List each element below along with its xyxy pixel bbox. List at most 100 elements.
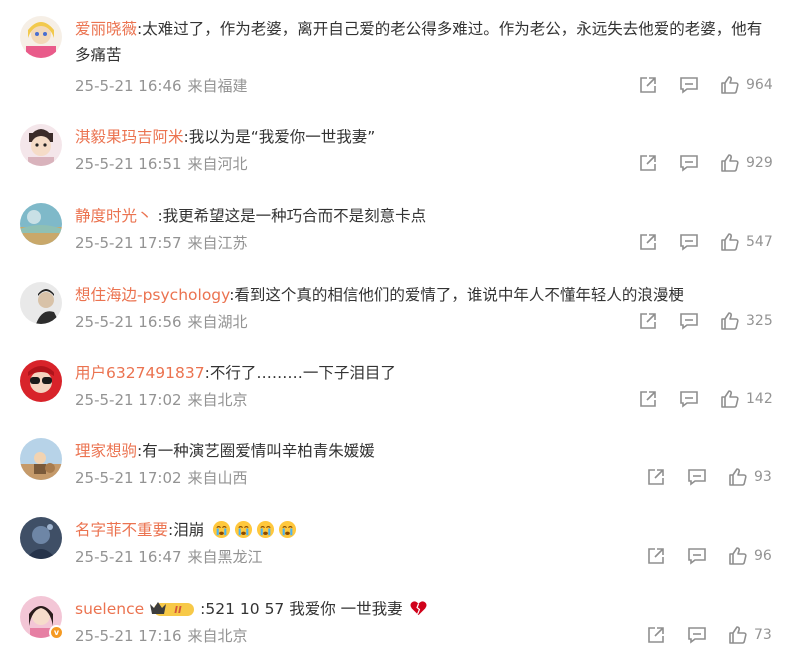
comment-text: 名字菲不重要:泪崩 [75, 517, 775, 543]
comment-text: 理家想驹:有一种演艺圈爱情叫辛柏青朱媛媛 [75, 438, 775, 464]
comment-text: suelence II:521 10 57 我爱你 一世我妻 [75, 596, 775, 622]
share-icon [640, 155, 656, 171]
comment-meta: 25-5-21 16:46 来自福建 [75, 75, 248, 96]
comment-icon [680, 391, 698, 408]
share-button[interactable] [646, 467, 666, 487]
comment-actions: 964 [638, 74, 773, 96]
comment-location: 来自北京 [187, 627, 248, 645]
like-button[interactable]: 929 [720, 153, 773, 173]
comment-button[interactable] [679, 389, 699, 409]
like-button[interactable]: 142 [720, 389, 773, 409]
comment-meta: 25-5-21 17:57 来自江苏 [75, 232, 248, 253]
comment-location: 来自河北 [187, 155, 248, 173]
comment-button[interactable] [679, 232, 699, 252]
like-icon [729, 468, 747, 486]
username[interactable]: 淇毅果玛吉阿米 [75, 128, 184, 146]
username[interactable]: 想住海边-psychology [75, 286, 229, 304]
comment-button[interactable] [679, 75, 699, 95]
like-button[interactable]: 964 [720, 75, 773, 95]
avatar[interactable] [20, 517, 62, 559]
share-button[interactable] [638, 232, 658, 252]
like-count: 142 [746, 391, 773, 407]
like-icon [721, 233, 739, 251]
comment-location: 来自福建 [187, 77, 248, 95]
comment-content: 521 10 57 我爱你 一世我妻 [205, 600, 403, 618]
comment-location: 来自黑龙江 [187, 548, 263, 566]
share-icon [640, 234, 656, 250]
share-button[interactable] [638, 389, 658, 409]
comment-button[interactable] [687, 467, 707, 487]
like-button[interactable]: 547 [720, 232, 773, 252]
comment-button[interactable] [679, 311, 699, 331]
like-button[interactable]: 325 [720, 311, 773, 331]
like-button[interactable]: 96 [728, 546, 772, 566]
like-count: 96 [754, 548, 772, 564]
comment-date: 25-5-21 17:57 [75, 234, 182, 252]
share-icon [640, 77, 656, 93]
comment-location: 来自湖北 [187, 313, 248, 331]
comment-content: 看到这个真的相信他们的爱情了，谁说中年人不懂年轻人的浪漫梗 [234, 286, 684, 304]
avatar[interactable] [20, 282, 62, 324]
username[interactable]: 静度时光丶 [75, 207, 153, 225]
comment-meta: 25-5-21 16:56 来自湖北 [75, 311, 248, 332]
share-icon [648, 627, 664, 643]
avatar[interactable] [20, 124, 62, 166]
comment-date: 25-5-21 16:46 [75, 77, 182, 95]
comment-text: 用户6327491837:不行了………一下子泪目了 [75, 360, 775, 386]
like-button[interactable]: 93 [728, 467, 772, 487]
like-icon [721, 76, 739, 94]
comment-date: 25-5-21 16:56 [75, 313, 182, 331]
comment-meta: 25-5-21 17:16 来自北京 [75, 625, 248, 646]
comment-meta: 25-5-21 16:51 来自河北 [75, 153, 248, 174]
share-button[interactable] [638, 311, 658, 331]
username[interactable]: 爱丽晓薇 [75, 20, 137, 38]
avatar[interactable] [20, 360, 62, 402]
like-icon [729, 626, 747, 644]
vip-crown-badge[interactable]: II [148, 600, 196, 618]
comment-date: 25-5-21 16:47 [75, 548, 182, 566]
comment-icon [680, 77, 698, 94]
like-count: 325 [746, 313, 773, 329]
share-icon [640, 391, 656, 407]
comment-meta: 25-5-21 16:47 来自黑龙江 [75, 546, 263, 567]
comment-actions: 73 [646, 624, 772, 646]
like-button[interactable]: 73 [728, 625, 772, 645]
comment-actions: 325 [638, 310, 773, 332]
share-icon [648, 469, 664, 485]
avatar[interactable] [20, 16, 62, 58]
cry-emoji-icon [235, 520, 253, 539]
comment-icon [680, 313, 698, 330]
username[interactable]: 名字菲不重要 [75, 521, 168, 539]
avatar[interactable] [20, 438, 62, 480]
comment-button[interactable] [687, 625, 707, 645]
comment-icon [688, 469, 706, 486]
comment-icon [680, 234, 698, 251]
comment-button[interactable] [687, 546, 707, 566]
comment-actions: 929 [638, 152, 773, 174]
share-icon [648, 548, 664, 564]
username[interactable]: suelence [75, 600, 144, 618]
comment-location: 来自山西 [187, 469, 248, 487]
comment-text: 淇毅果玛吉阿米:我以为是“我爱你一世我妻” [75, 124, 775, 150]
like-icon [729, 547, 747, 565]
comment-meta: 25-5-21 17:02 来自山西 [75, 467, 248, 488]
avatar[interactable] [20, 203, 62, 245]
share-button[interactable] [646, 625, 666, 645]
share-button[interactable] [646, 546, 666, 566]
like-count: 547 [746, 234, 773, 250]
like-count: 93 [754, 469, 772, 485]
comment-text: 爱丽晓薇:太难过了，作为老婆，离开自己爱的老公得多难过。作为老公，永远失去他爱的… [75, 16, 775, 68]
broken-heart-icon [410, 601, 427, 616]
emoji-group [207, 520, 300, 539]
share-button[interactable] [638, 75, 658, 95]
comment-actions: 96 [646, 545, 772, 567]
username[interactable]: 理家想驹 [75, 442, 137, 460]
comment-date: 25-5-21 17:16 [75, 627, 182, 645]
username[interactable]: 用户6327491837 [75, 364, 205, 382]
comment-meta: 25-5-21 17:02 来自北京 [75, 389, 248, 410]
like-icon [721, 390, 739, 408]
comment-actions: 93 [646, 466, 772, 488]
comment-button[interactable] [679, 153, 699, 173]
share-icon [640, 313, 656, 329]
share-button[interactable] [638, 153, 658, 173]
